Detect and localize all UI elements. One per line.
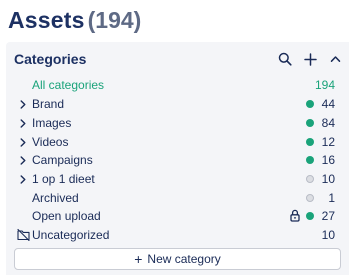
category-archived[interactable]: Archived 1 — [6, 189, 349, 207]
category-count: 16 — [321, 153, 335, 167]
category-all[interactable]: All categories 194 — [6, 76, 349, 94]
category-uncategorized[interactable]: Uncategorized 10 — [6, 226, 349, 244]
chevron-right-icon[interactable] — [18, 154, 28, 166]
chevron-right-icon[interactable] — [18, 136, 28, 148]
categories-panel: Categories All categories 194 Brand 44 I… — [6, 42, 349, 275]
category-count: 44 — [321, 97, 335, 111]
category-count: 84 — [321, 116, 335, 130]
new-category-button[interactable]: + New category — [14, 248, 341, 270]
category-count: 10 — [321, 172, 335, 186]
category-label: Archived — [32, 191, 79, 205]
category-videos[interactable]: Videos 12 — [6, 133, 349, 151]
category-label: Campaigns — [32, 153, 93, 167]
chevron-right-icon[interactable] — [18, 98, 28, 110]
chevron-right-icon[interactable] — [18, 117, 28, 129]
category-label: Uncategorized — [32, 228, 110, 242]
page-title-text: Assets — [8, 7, 85, 33]
new-category-label: New category — [147, 252, 221, 266]
category-brand[interactable]: Brand 44 — [6, 95, 349, 113]
category-count: 12 — [321, 135, 335, 149]
category-label: Open upload — [32, 209, 101, 223]
search-icon[interactable] — [276, 50, 294, 68]
uncategorized-icon — [17, 228, 30, 242]
category-images[interactable]: Images 84 — [6, 114, 349, 132]
status-dot — [306, 175, 314, 183]
category-campaigns[interactable]: Campaigns 16 — [6, 151, 349, 169]
category-label: 1 op 1 dieet — [32, 172, 95, 186]
categories-header: Categories — [6, 42, 349, 76]
status-dot — [306, 156, 314, 164]
chevron-up-icon[interactable] — [326, 50, 344, 68]
category-label: Brand — [32, 97, 65, 111]
category-label: Videos — [32, 135, 69, 149]
status-dot — [306, 212, 314, 220]
category-count: 1 — [328, 191, 335, 205]
category-count: 194 — [314, 78, 335, 92]
page-title: Assets (194) — [8, 7, 141, 37]
status-dot — [306, 194, 314, 202]
status-dot — [306, 138, 314, 146]
category-open-upload[interactable]: Open upload 27 — [6, 207, 349, 225]
categories-title: Categories — [14, 51, 87, 67]
status-dot — [306, 119, 314, 127]
category-count: 27 — [321, 209, 335, 223]
lock-icon — [290, 209, 300, 222]
plus-icon[interactable] — [301, 50, 319, 68]
category-label: All categories — [32, 78, 105, 92]
asset-count: (194) — [87, 7, 142, 33]
status-dot — [306, 100, 314, 108]
category-label: Images — [32, 116, 72, 130]
plus-icon: + — [134, 251, 143, 267]
category-1-op-1-dieet[interactable]: 1 op 1 dieet 10 — [6, 170, 349, 188]
category-count: 10 — [321, 228, 335, 242]
chevron-right-icon[interactable] — [18, 173, 28, 185]
